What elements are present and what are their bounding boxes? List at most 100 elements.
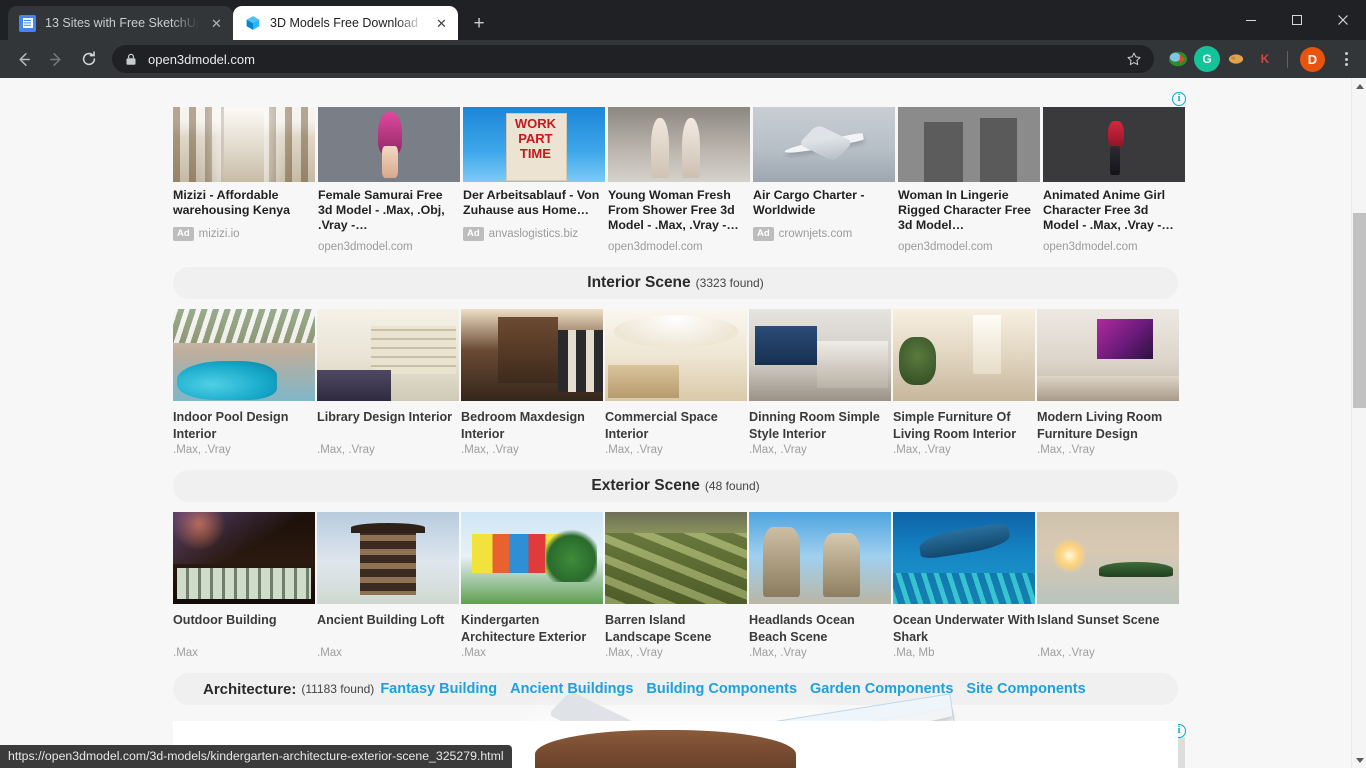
- ad-info-icon[interactable]: i: [1172, 92, 1186, 106]
- model-thumbnail[interactable]: [605, 512, 747, 604]
- model-card[interactable]: Modern Living Room Furniture Design Inte…: [1037, 309, 1179, 456]
- model-thumbnail[interactable]: [173, 309, 315, 401]
- ad-thumbnail[interactable]: [1043, 107, 1185, 182]
- ad-card[interactable]: Female Samurai Free 3d Model - .Max, .Ob…: [318, 107, 460, 253]
- model-title[interactable]: Library Design Interior: [317, 409, 459, 441]
- model-card[interactable]: Dinning Room Simple Style Interior .Max,…: [749, 309, 891, 456]
- model-title[interactable]: Dinning Room Simple Style Interior: [749, 409, 891, 441]
- browser-menu-icon[interactable]: [1333, 52, 1359, 66]
- model-card[interactable]: Ocean Underwater With Shark .Ma, Mb: [893, 512, 1035, 659]
- address-bar[interactable]: open3dmodel.com: [112, 45, 1154, 73]
- ad-domain: crownjets.com: [779, 228, 853, 240]
- model-thumbnail[interactable]: [461, 309, 603, 401]
- model-thumbnail[interactable]: [605, 309, 747, 401]
- browser-tab-1[interactable]: 13 Sites with Free SketchUp Mod ✕: [8, 6, 233, 40]
- section-header-exterior-scene[interactable]: Exterior Scene (48 found): [173, 470, 1178, 502]
- model-title[interactable]: Island Sunset Scene: [1037, 612, 1179, 644]
- ad-thumbnail[interactable]: [1043, 737, 1185, 768]
- model-thumbnail[interactable]: [1037, 309, 1179, 401]
- ad-title[interactable]: Young Woman Fresh From Shower Free 3d Mo…: [608, 188, 750, 232]
- model-card[interactable]: Barren Island Landscape Scene .Max, .Vra…: [605, 512, 747, 659]
- architecture-link-fantasy-building[interactable]: Fantasy Building: [380, 681, 497, 697]
- browser-tab-2[interactable]: 3D Models Free Download - Ope ✕: [233, 6, 458, 40]
- grammarly-extension-icon[interactable]: G: [1194, 46, 1220, 72]
- model-title[interactable]: Commercial Space Interior: [605, 409, 747, 441]
- model-thumbnail[interactable]: [893, 309, 1035, 401]
- ad-title[interactable]: Female Samurai Free 3d Model - .Max, .Ob…: [318, 188, 460, 232]
- model-formats: .Max, .Vray: [893, 444, 1035, 456]
- kaspersky-extension-icon[interactable]: K: [1252, 46, 1278, 72]
- model-card[interactable]: Headlands Ocean Beach Scene .Max, .Vray: [749, 512, 891, 659]
- model-formats: .Max: [461, 647, 603, 659]
- model-card[interactable]: Indoor Pool Design Interior .Max, .Vray: [173, 309, 315, 456]
- model-thumbnail[interactable]: [173, 512, 315, 604]
- model-card[interactable]: Kindergarten Architecture Exterior .Max: [461, 512, 603, 659]
- ad-thumbnail[interactable]: [898, 107, 1040, 182]
- ad-title[interactable]: Woman In Lingerie Rigged Character Free …: [898, 188, 1040, 232]
- section-header-interior-scene[interactable]: Interior Scene (3323 found): [173, 267, 1178, 299]
- model-thumbnail[interactable]: [461, 512, 603, 604]
- page-scrollbar[interactable]: [1351, 78, 1366, 768]
- model-card[interactable]: Ancient Building Loft .Max: [317, 512, 459, 659]
- new-tab-button[interactable]: +: [465, 9, 493, 37]
- model-title[interactable]: Ancient Building Loft: [317, 612, 459, 644]
- ad-thumbnail[interactable]: [318, 107, 460, 182]
- ad-card[interactable]: Mizizi - Affordable warehousing Kenya Ad…: [173, 107, 315, 253]
- model-thumbnail[interactable]: [317, 512, 459, 604]
- reload-icon[interactable]: [73, 43, 105, 75]
- model-title[interactable]: Outdoor Building: [173, 612, 315, 644]
- star-icon[interactable]: [1126, 51, 1144, 67]
- ad-thumbnail[interactable]: [173, 107, 315, 182]
- model-thumbnail[interactable]: [1037, 512, 1179, 604]
- avatar[interactable]: D: [1300, 47, 1325, 72]
- model-formats: .Max: [317, 647, 459, 659]
- model-card[interactable]: Library Design Interior .Max, .Vray: [317, 309, 459, 456]
- scroll-up-icon[interactable]: [1352, 78, 1366, 94]
- ad-card[interactable]: Animated Anime Girl Character Free 3d Mo…: [1043, 107, 1185, 253]
- close-icon[interactable]: ✕: [208, 15, 225, 32]
- ad-card[interactable]: Young Woman Fresh From Shower Free 3d Mo…: [608, 107, 750, 253]
- architecture-link-building-components[interactable]: Building Components: [646, 681, 797, 697]
- ad-card[interactable]: Woman In Lingerie Rigged Character Free …: [898, 107, 1040, 253]
- forward-icon[interactable]: [40, 43, 72, 75]
- ad-title[interactable]: Mizizi - Affordable warehousing Kenya: [173, 188, 315, 218]
- model-thumbnail[interactable]: [749, 309, 891, 401]
- idm-extension-icon[interactable]: [1165, 46, 1191, 72]
- ad-title[interactable]: Air Cargo Charter - Worldwide: [753, 188, 895, 218]
- ad-title[interactable]: Animated Anime Girl Character Free 3d Mo…: [1043, 188, 1185, 232]
- ad-thumbnail[interactable]: [463, 107, 605, 182]
- scrollbar-thumb[interactable]: [1353, 213, 1366, 408]
- ad-badge: Ad: [753, 227, 774, 241]
- window-close-icon[interactable]: [1320, 0, 1366, 40]
- model-thumbnail[interactable]: [893, 512, 1035, 604]
- ad-card[interactable]: Der Arbeitsablauf - Von Zuhause aus Home…: [463, 107, 605, 253]
- ad-card[interactable]: Air Cargo Charter - Worldwide Ad crownje…: [753, 107, 895, 253]
- scroll-down-icon[interactable]: [1352, 752, 1366, 768]
- model-card[interactable]: Island Sunset Scene .Max, .Vray: [1037, 512, 1179, 659]
- architecture-link-site-components[interactable]: Site Components: [966, 681, 1085, 697]
- model-title[interactable]: Modern Living Room Furniture Design Inte…: [1037, 409, 1179, 441]
- back-icon[interactable]: [7, 43, 39, 75]
- model-card[interactable]: Commercial Space Interior .Max, .Vray: [605, 309, 747, 456]
- model-title[interactable]: Ocean Underwater With Shark: [893, 612, 1035, 644]
- model-card[interactable]: Bedroom Maxdesign Interior .Max, .Vray: [461, 309, 603, 456]
- model-card[interactable]: Simple Furniture Of Living Room Interior…: [893, 309, 1035, 456]
- model-title[interactable]: Bedroom Maxdesign Interior: [461, 409, 603, 441]
- ad-thumbnail[interactable]: [753, 107, 895, 182]
- model-title[interactable]: Headlands Ocean Beach Scene: [749, 612, 891, 644]
- model-title[interactable]: Kindergarten Architecture Exterior: [461, 612, 603, 644]
- close-icon[interactable]: ✕: [433, 15, 450, 32]
- honey-extension-icon[interactable]: [1223, 46, 1249, 72]
- model-title[interactable]: Barren Island Landscape Scene: [605, 612, 747, 644]
- model-title[interactable]: Simple Furniture Of Living Room Interior: [893, 409, 1035, 441]
- model-card[interactable]: Outdoor Building .Max: [173, 512, 315, 659]
- architecture-link-garden-components[interactable]: Garden Components: [810, 681, 953, 697]
- model-thumbnail[interactable]: [749, 512, 891, 604]
- ad-title[interactable]: Der Arbeitsablauf - Von Zuhause aus Home…: [463, 188, 605, 218]
- ad-card[interactable]: [1043, 737, 1185, 768]
- model-thumbnail[interactable]: [317, 309, 459, 401]
- ad-thumbnail[interactable]: [608, 107, 750, 182]
- maximize-icon[interactable]: [1274, 0, 1320, 40]
- model-title[interactable]: Indoor Pool Design Interior: [173, 409, 315, 441]
- minimize-icon[interactable]: [1228, 0, 1274, 40]
